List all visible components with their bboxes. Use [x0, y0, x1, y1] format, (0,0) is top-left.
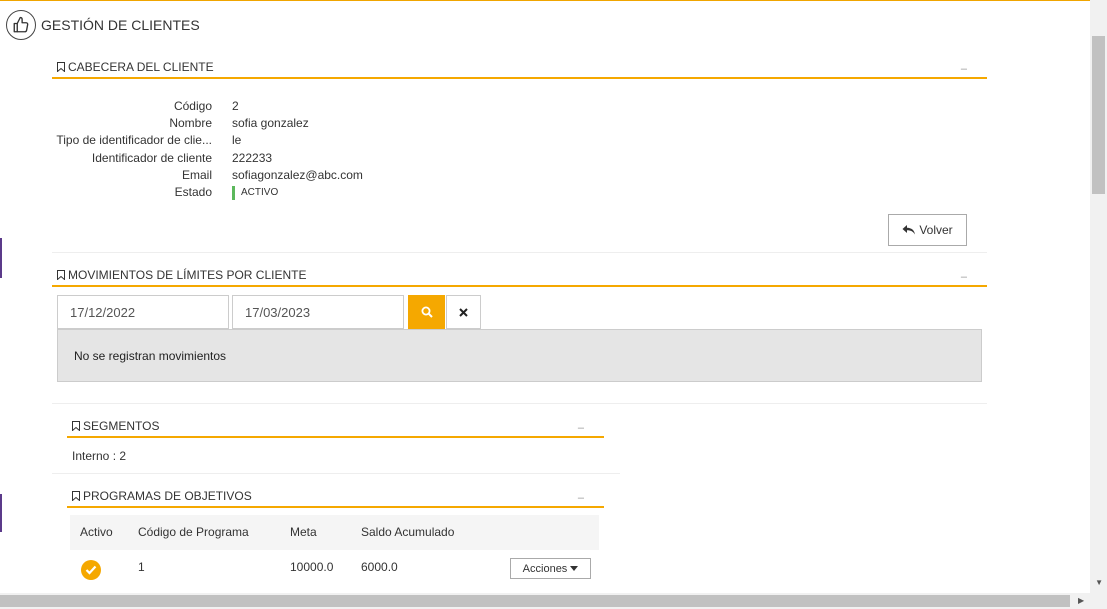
cell-meta: 10000.0 — [290, 560, 334, 574]
empty-message: No se registran movimientos — [57, 329, 982, 382]
field-value: le — [232, 133, 242, 148]
field-value: sofiagonzalez@abc.com — [232, 167, 363, 182]
status-bar — [232, 185, 235, 200]
segmento-value: Interno : 2 — [72, 449, 127, 463]
field-value: 2 — [232, 99, 239, 113]
top-border — [0, 0, 1090, 3]
field-nombre: Nombre sofia gonzalez — [52, 115, 452, 132]
field-value: sofia gonzalez — [232, 116, 309, 131]
scroll-down-arrow[interactable]: ▼ — [1095, 578, 1103, 587]
column-header-meta: Meta — [290, 525, 317, 539]
collapse-button[interactable]: – — [578, 422, 584, 434]
field-label: Estado — [174, 184, 212, 199]
scroll-right-arrow[interactable]: ▶ — [1078, 596, 1084, 605]
section-title: MOVIMIENTOS DE LÍMITES POR CLIENTE — [68, 268, 307, 282]
acciones-label: Acciones — [522, 562, 568, 575]
section-title: CABECERA DEL CLIENTE — [68, 60, 214, 74]
field-tipo-identificador: Tipo de identificador de clie... le — [52, 132, 452, 149]
search-icon — [421, 306, 433, 318]
scrollbar-thumb[interactable] — [1092, 36, 1105, 194]
field-codigo: Código 2 — [52, 98, 452, 115]
divider — [52, 403, 987, 404]
close-icon — [459, 307, 468, 317]
section-cabecera-header[interactable]: CABECERA DEL CLIENTE – — [52, 57, 987, 79]
divider — [52, 252, 987, 253]
search-button[interactable] — [408, 295, 445, 329]
client-fields: Código 2 Nombre sofia gonzalez Tipo de i… — [52, 98, 452, 201]
collapse-button[interactable]: – — [578, 492, 584, 504]
column-header-saldo: Saldo Acumulado — [361, 525, 455, 539]
bookmark-icon — [57, 62, 65, 72]
caret-down-icon — [570, 566, 579, 571]
left-edge-marker — [0, 494, 2, 532]
column-header-codigo: Código de Programa — [138, 525, 249, 539]
field-email: Email sofiagonzalez@abc.com — [52, 167, 452, 184]
collapse-button[interactable]: – — [961, 63, 967, 75]
fecha-hasta-input[interactable]: 17/03/2023 — [232, 295, 404, 329]
page-header: GESTIÓN DE CLIENTES — [6, 9, 200, 41]
left-edge-marker — [0, 238, 2, 278]
field-label: Código — [173, 99, 212, 113]
field-value: 222233 — [232, 150, 273, 165]
reply-icon — [902, 225, 916, 235]
cell-saldo: 6000.0 — [361, 560, 398, 574]
field-label: Identificador de cliente — [91, 150, 212, 165]
section-segmentos-header[interactable]: SEGMENTOS – — [67, 416, 604, 438]
volver-label: Volver — [919, 223, 953, 237]
divider — [52, 473, 620, 474]
bookmark-icon — [72, 491, 80, 501]
fecha-desde-input[interactable]: 17/12/2022 — [57, 295, 229, 329]
collapse-button[interactable]: – — [961, 271, 967, 283]
status-badge: ACTIVO — [232, 184, 278, 201]
section-programas-header[interactable]: PROGRAMAS DE OBJETIVOS – — [67, 486, 604, 508]
check-circle-icon — [81, 560, 101, 580]
section-movimientos-header[interactable]: MOVIMIENTOS DE LÍMITES POR CLIENTE – — [52, 265, 987, 287]
volver-button[interactable]: Volver — [888, 214, 967, 246]
field-label: Nombre — [169, 116, 212, 131]
page-title: GESTIÓN DE CLIENTES — [41, 17, 200, 33]
field-label: Email — [181, 167, 212, 182]
section-title: SEGMENTOS — [83, 419, 160, 433]
vertical-scrollbar[interactable]: ▼ — [1090, 0, 1107, 593]
scrollbar-thumb[interactable] — [0, 595, 1070, 607]
field-label: Tipo de identificador de clie... — [56, 133, 212, 148]
bookmark-icon — [72, 421, 80, 431]
field-estado: Estado ACTIVO — [52, 184, 452, 201]
field-identificador: Identificador de cliente 222233 — [52, 150, 452, 167]
status-text: ACTIVO — [241, 187, 279, 199]
acciones-dropdown-button[interactable]: Acciones — [510, 558, 591, 579]
bookmark-icon — [57, 270, 65, 280]
horizontal-scrollbar[interactable] — [0, 593, 1107, 609]
section-title: PROGRAMAS DE OBJETIVOS — [83, 489, 252, 503]
column-header-activo: Activo — [80, 525, 113, 539]
thumbs-up-icon — [6, 10, 36, 40]
clear-button[interactable] — [446, 295, 481, 329]
cell-codigo: 1 — [138, 560, 145, 574]
